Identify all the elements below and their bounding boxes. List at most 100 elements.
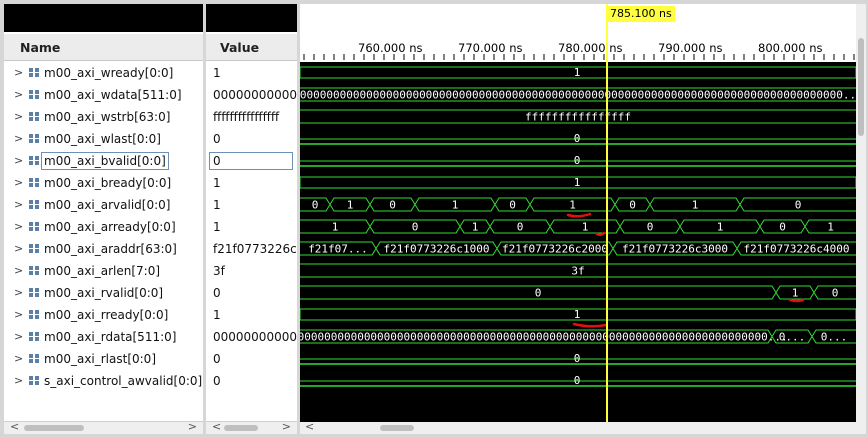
signal-row[interactable]: > m00_axi_arvalid[0:0]	[4, 194, 203, 216]
signal-name-list: > m00_axi_wready[0:0] > m00_axi_wdata[511:0…	[4, 62, 203, 392]
signal-row[interactable]: > m00_axi_arready[0:0]	[4, 216, 203, 238]
value-horizontal-scrollbar[interactable]: < >	[206, 420, 297, 434]
signal-value-row[interactable]: 0	[206, 282, 297, 304]
expand-chevron-icon[interactable]: >	[14, 286, 23, 299]
signal-row[interactable]: > m00_axi_rready[0:0]	[4, 304, 203, 326]
cursor-time-label[interactable]: 785.100 ns	[607, 6, 675, 22]
arvalid-label: 0	[509, 199, 516, 212]
scroll-thumb[interactable]	[24, 425, 84, 431]
signal-row[interactable]: > m00_axi_wlast[0:0]	[4, 128, 203, 150]
signal-value-row[interactable]: 0	[206, 370, 297, 392]
wlast-label: 0	[574, 132, 581, 145]
signal-name: m00_axi_araddr[63:0]	[44, 242, 177, 256]
waveform-window: Name > m00_axi_wready[0:0] > m00_axi_wdata[…	[0, 0, 868, 438]
scroll-thumb[interactable]	[380, 425, 414, 431]
expand-chevron-icon[interactable]: >	[14, 374, 23, 387]
signal-name: m00_axi_arlen[7:0]	[44, 264, 161, 278]
signal-name: m00_axi_wstrb[63:0]	[44, 110, 171, 124]
signal-row[interactable]: > s_axi_control_awvalid[0:0]	[4, 370, 203, 392]
expand-chevron-icon[interactable]: >	[14, 88, 23, 101]
expand-chevron-icon[interactable]: >	[14, 220, 23, 233]
arready-label: 1	[717, 221, 724, 234]
signal-name: m00_axi_wlast[0:0]	[44, 132, 161, 146]
signal-row[interactable]: > m00_axi_arlen[7:0]	[4, 260, 203, 282]
signal-row[interactable]: > m00_axi_wdata[511:0]	[4, 84, 203, 106]
bus-signal-icon	[29, 90, 39, 99]
signal-value-row[interactable]: f21f0773226c2000	[206, 238, 297, 260]
arready-label: 0	[517, 221, 524, 234]
signal-name: m00_axi_wready[0:0]	[44, 66, 174, 80]
signal-value-row[interactable]: 1	[206, 216, 297, 238]
rdata-label: 0...	[821, 331, 848, 344]
scroll-left-icon[interactable]: <	[305, 420, 314, 434]
signal-row[interactable]: > m00_axi_rvalid[0:0]	[4, 282, 203, 304]
expand-chevron-icon[interactable]: >	[14, 352, 23, 365]
rdata-label: 0...	[779, 331, 806, 344]
scroll-left-icon[interactable]: <	[10, 420, 19, 433]
bus-signal-icon	[29, 266, 39, 275]
waveform-horizontal-scrollbar[interactable]: <	[300, 420, 856, 434]
signal-value: 0	[209, 152, 293, 170]
signal-name: m00_axi_wdata[511:0]	[44, 88, 182, 102]
expand-chevron-icon[interactable]: >	[14, 154, 23, 167]
signal-row[interactable]: > m00_axi_bvalid[0:0]	[4, 150, 203, 172]
signal-row[interactable]: > m00_axi_wready[0:0]	[4, 62, 203, 84]
bus-signal-icon	[29, 156, 39, 165]
expand-chevron-icon[interactable]: >	[14, 110, 23, 123]
arlen-label: 3f	[571, 265, 584, 278]
arvalid-label: 1	[692, 199, 699, 212]
signal-value-row[interactable]: 3f	[206, 260, 297, 282]
tick-label: 790.000 ns	[658, 41, 723, 55]
arvalid-label: 0	[795, 199, 802, 212]
signal-value-row[interactable]: 1	[206, 62, 297, 84]
signal-value-row[interactable]: 1	[206, 304, 297, 326]
signal-value-row[interactable]: 00000000000000000000000000000000	[206, 84, 297, 106]
signal-row[interactable]: > m00_axi_rdata[511:0]	[4, 326, 203, 348]
time-ruler[interactable]: 760.000 ns 770.000 ns 780.000 ns 790.000…	[300, 4, 856, 62]
bus-signal-icon	[29, 310, 39, 319]
bus-signal-icon	[29, 200, 39, 209]
bus-signal-icon	[29, 354, 39, 363]
bus-signal-icon	[29, 244, 39, 253]
signal-value: 0	[213, 286, 221, 300]
signal-value-row[interactable]: 00000000000000000000000000000000	[206, 326, 297, 348]
annotation-mark	[572, 322, 608, 328]
signal-value-row[interactable]: 1	[206, 172, 297, 194]
name-column-header[interactable]: Name	[4, 34, 203, 61]
expand-chevron-icon[interactable]: >	[14, 198, 23, 211]
signal-value-row[interactable]: 1	[206, 194, 297, 216]
scroll-thumb[interactable]	[224, 425, 258, 431]
signal-row[interactable]: > m00_axi_rlast[0:0]	[4, 348, 203, 370]
expand-chevron-icon[interactable]: >	[14, 308, 23, 321]
tick-label: 760.000 ns	[358, 41, 423, 55]
expand-chevron-icon[interactable]: >	[14, 242, 23, 255]
bus-signal-icon	[29, 376, 39, 385]
vertical-scrollbar[interactable]	[856, 4, 866, 434]
tick-label: 770.000 ns	[458, 41, 523, 55]
signal-value-row[interactable]: 0	[206, 128, 297, 150]
expand-chevron-icon[interactable]: >	[14, 66, 23, 79]
expand-chevron-icon[interactable]: >	[14, 264, 23, 277]
arready-label: 0	[647, 221, 654, 234]
value-column-header[interactable]: Value	[206, 34, 297, 61]
rvalid-label: 0	[832, 287, 839, 300]
signal-value-row[interactable]: 0	[206, 348, 297, 370]
waveform-traces[interactable]: 1000000000000000000000000000000000000000…	[300, 62, 856, 422]
expand-chevron-icon[interactable]: >	[14, 176, 23, 189]
scroll-right-icon[interactable]: >	[282, 420, 291, 433]
signal-row[interactable]: > m00_axi_wstrb[63:0]	[4, 106, 203, 128]
time-cursor-line[interactable]	[606, 4, 608, 422]
scroll-right-icon[interactable]: >	[188, 420, 197, 433]
signal-value-row[interactable]: ffffffffffffffff	[206, 106, 297, 128]
expand-chevron-icon[interactable]: >	[14, 330, 23, 343]
signal-row[interactable]: > m00_axi_araddr[63:0]	[4, 238, 203, 260]
expand-chevron-icon[interactable]: >	[14, 132, 23, 145]
scroll-left-icon[interactable]: <	[212, 420, 221, 433]
signal-row[interactable]: > m00_axi_bready[0:0]	[4, 172, 203, 194]
waveform-pane[interactable]: 760.000 ns 770.000 ns 780.000 ns 790.000…	[300, 4, 856, 434]
signal-value-row[interactable]: 0	[206, 150, 297, 172]
vertical-scroll-thumb[interactable]	[858, 38, 864, 136]
name-horizontal-scrollbar[interactable]: < >	[4, 420, 203, 434]
bus-signal-icon	[29, 288, 39, 297]
signal-name: m00_axi_arready[0:0]	[44, 220, 176, 234]
